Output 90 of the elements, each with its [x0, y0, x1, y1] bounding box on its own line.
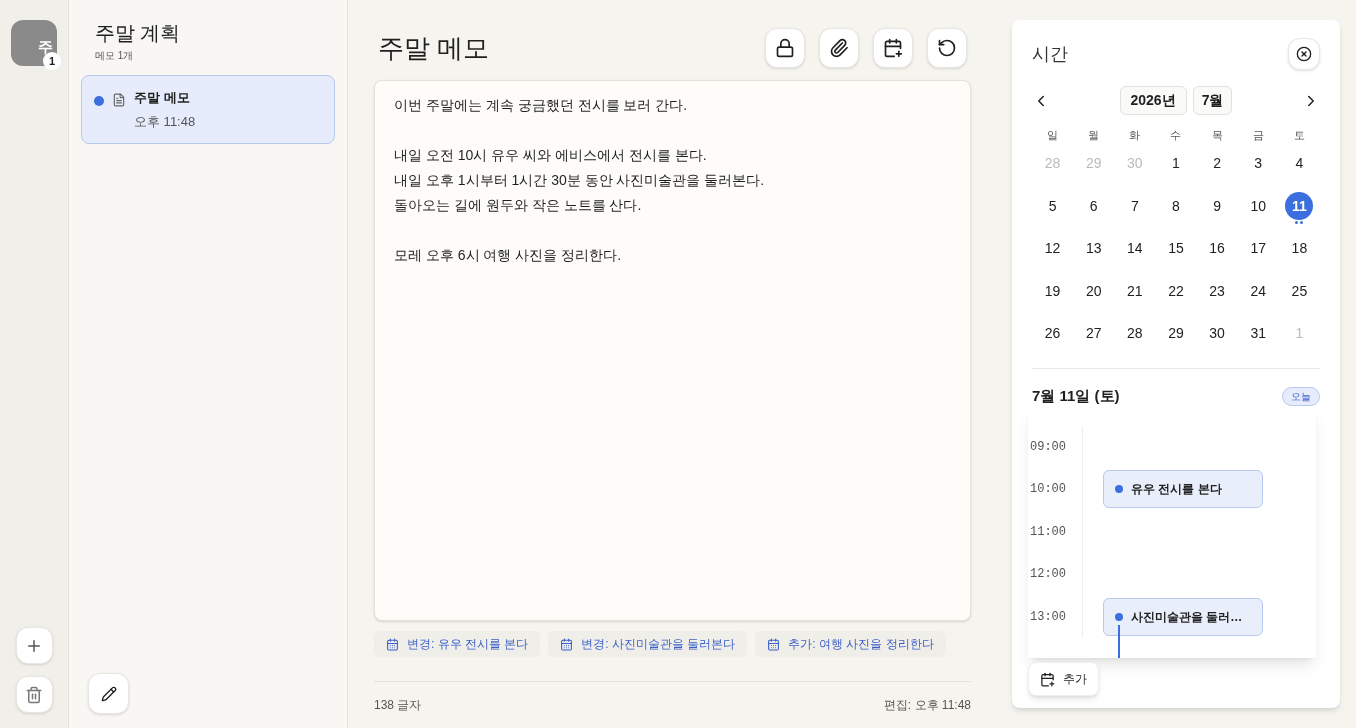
weekday-label: 목 — [1211, 128, 1223, 143]
count-badge: 1 — [43, 52, 61, 70]
lock-button[interactable] — [765, 28, 805, 68]
calendar-day[interactable]: 27 — [1078, 315, 1109, 354]
trash-icon — [25, 685, 43, 704]
close-icon — [1296, 46, 1312, 62]
attach-button[interactable] — [819, 28, 859, 68]
note-line: 이번 주말에는 계속 궁금했던 전시를 보러 간다. — [394, 96, 689, 115]
weekday-label: 화 — [1129, 128, 1141, 143]
calendar-day[interactable]: 22 — [1161, 273, 1191, 312]
month-button[interactable]: 7월 — [1192, 86, 1233, 115]
hour-label: 12:00 — [1029, 566, 1067, 584]
calendar-change-chip[interactable]: 변경: 유우 전시를 본다 — [374, 631, 541, 657]
calendar-day[interactable]: 12 — [1037, 230, 1068, 269]
note-line: 돌아오는 길에 원두와 작은 노트를 산다. — [394, 196, 643, 215]
note-title-heading: 주말 메모 — [377, 32, 489, 65]
note-line: 모레 오후 6시 여행 사진을 정리한다. — [394, 246, 623, 265]
weekday-label: 월 — [1088, 128, 1100, 143]
calendar-change-chip[interactable]: 추가: 여행 사진을 정리한다 — [755, 631, 946, 657]
event-title: 사진미술관을 둘러… — [1131, 608, 1243, 626]
calendar-icon — [386, 637, 399, 651]
calendar-day[interactable]: 17 — [1243, 230, 1274, 269]
add-event-button[interactable]: 추가 — [1028, 662, 1099, 696]
calendar-plus-icon — [1040, 671, 1055, 687]
hour-label: 10:00 — [1029, 481, 1067, 499]
calendar-day[interactable]: 28 — [1119, 315, 1150, 354]
character-count: 138 글자 — [374, 697, 422, 714]
lock-icon — [775, 38, 795, 58]
calendar-day[interactable]: 31 — [1243, 315, 1274, 354]
calendar-day[interactable]: 29 — [1161, 315, 1191, 354]
calendar-day[interactable]: 24 — [1243, 273, 1274, 312]
calendar-day[interactable]: 3 — [1243, 145, 1274, 184]
calendar-day[interactable]: 5 — [1037, 188, 1068, 227]
calendar-day[interactable]: 19 — [1037, 273, 1068, 312]
weekday-label: 수 — [1170, 128, 1182, 143]
calendar-day[interactable]: 14 — [1119, 230, 1150, 269]
add-button[interactable] — [15, 627, 53, 664]
paperclip-icon — [829, 38, 849, 58]
calendar-day[interactable]: 25 — [1284, 273, 1315, 312]
undo-icon — [937, 38, 957, 58]
hour-label: 13:00 — [1029, 608, 1067, 626]
note-title: 주말 메모 — [134, 89, 191, 107]
calendar-day[interactable]: 8 — [1161, 188, 1191, 227]
event-block[interactable]: 사진미술관을 둘러… — [1103, 597, 1263, 636]
note-item[interactable]: 주말 메모 오후 11:48 — [81, 75, 335, 144]
hour-label: 09:00 — [1029, 438, 1067, 456]
close-button[interactable] — [1288, 38, 1320, 70]
edited-time: 편집: 오후 11:48 — [883, 697, 971, 714]
weekday-label: 토 — [1293, 128, 1305, 143]
panel-title: 시간 — [1032, 42, 1068, 66]
calendar-day[interactable]: 7 — [1119, 188, 1150, 227]
calendar-day[interactable]: 10 — [1243, 188, 1274, 227]
year-button[interactable]: 2026년 — [1119, 86, 1187, 115]
calendar-day[interactable]: 6 — [1078, 188, 1109, 227]
note-time: 오후 11:48 — [134, 112, 196, 131]
hour-label: 11:00 — [1029, 523, 1067, 541]
note-line: 내일 오전 10시 유우 씨와 에비스에서 전시를 본다. — [394, 146, 708, 165]
add-to-calendar-button[interactable] — [873, 28, 913, 68]
calendar-icon — [767, 637, 781, 651]
calendar-day[interactable]: 2 — [1202, 145, 1233, 184]
edit-button[interactable] — [88, 673, 129, 714]
calendar-day[interactable]: 16 — [1202, 230, 1233, 269]
calendar-change-chip[interactable]: 변경: 사진미술관을 둘러본다 — [548, 631, 748, 657]
note-body[interactable]: 이번 주말에는 계속 궁금했던 전시를 보러 간다. 내일 오전 10시 유우 씨와 에비스에서 전시를 본다. 내일 오후 1시부터 1시간 30분 동안 사진미술관을 둘러본다. 돌아오는 길에 원두와 작은 노트를 산다. 모레 오후 6시 여행 사진을 정리한다. — [374, 80, 971, 621]
weekday-label: 일 — [1047, 128, 1059, 143]
document-icon — [112, 93, 126, 107]
calendar-day[interactable]: 9 — [1202, 188, 1233, 227]
pencil-icon — [100, 685, 117, 702]
calendar-day[interactable]: 26 — [1037, 315, 1068, 354]
calendar-day[interactable]: 21 — [1119, 273, 1150, 312]
event-title: 유우 전시를 본다 — [1131, 481, 1222, 499]
calendar-day[interactable]: 20 — [1078, 273, 1109, 312]
calendar-day[interactable]: 13 — [1078, 230, 1109, 269]
notebook-title: 주말 계획 — [95, 21, 181, 46]
calendar-plus-icon — [883, 38, 903, 58]
day-title: 7월 11일 (토) — [1032, 386, 1120, 406]
calendar-day[interactable]: 1 — [1161, 145, 1191, 184]
calendar-day[interactable]: 30 — [1202, 315, 1233, 354]
delete-button[interactable] — [15, 676, 53, 713]
today-button[interactable]: 오늘 — [1282, 386, 1320, 406]
event-block[interactable]: 유우 전시를 본다 — [1103, 470, 1263, 509]
weekday-label: 금 — [1252, 128, 1264, 143]
calendar-day[interactable]: 18 — [1284, 230, 1315, 269]
calendar-icon — [560, 637, 574, 651]
undo-button[interactable] — [927, 28, 967, 68]
calendar-day[interactable]: 15 — [1161, 230, 1191, 269]
note-count: 메모 1개 — [95, 49, 135, 63]
calendar-day[interactable]: 23 — [1202, 273, 1233, 312]
calendar-day[interactable]: 4 — [1284, 145, 1315, 184]
note-line: 내일 오후 1시부터 1시간 30분 동안 사진미술관을 둘러본다. — [394, 171, 766, 190]
